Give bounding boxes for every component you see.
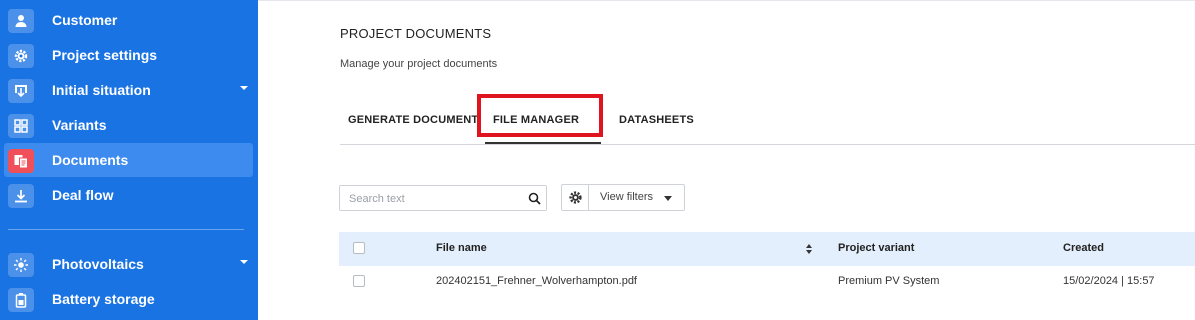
view-filters-dropdown[interactable]: View filters (589, 185, 684, 210)
gear-icon (568, 191, 582, 204)
sidebar-item-documents[interactable]: Documents (0, 143, 258, 177)
download-box-icon (8, 79, 34, 103)
table-row[interactable]: 202402151_Frehner_Wolverhampton.pdf Prem… (339, 266, 1195, 297)
gear-icon (8, 44, 34, 68)
chevron-down-icon[interactable] (240, 86, 248, 90)
top-divider (258, 0, 1195, 1)
sidebar-item-label: Variants (52, 117, 107, 133)
sidebar-item-label: Initial situation (52, 82, 151, 98)
battery-icon (8, 288, 34, 312)
created-cell: 15/02/2024 | 15:57 (1063, 275, 1155, 287)
tab-datasheets[interactable]: DATASHEETS (619, 114, 694, 126)
user-icon (8, 9, 34, 33)
sidebar-item-project-settings[interactable]: Project settings (0, 38, 258, 72)
column-header-file-name[interactable]: File name (436, 242, 487, 254)
sidebar-item-label: Customer (52, 12, 118, 28)
sidebar-item-customer[interactable]: Customer (0, 3, 258, 37)
tab-generate-document[interactable]: GENERATE DOCUMENT (348, 114, 478, 126)
sidebar-item-label: Battery storage (52, 291, 155, 307)
active-highlight (4, 143, 253, 177)
app-window: Customer Project settings Initial situat… (0, 0, 1195, 320)
column-header-created[interactable]: Created (1063, 242, 1104, 254)
search-icon[interactable] (528, 192, 541, 205)
sidebar-item-deal-flow[interactable]: Deal flow (0, 178, 258, 212)
tabs-divider (340, 144, 1195, 145)
sidebar-item-battery-storage[interactable]: Battery storage (0, 282, 258, 316)
sidebar-item-label: Documents (52, 152, 129, 168)
filter-group: View filters (561, 184, 685, 211)
caret-down-icon (664, 196, 672, 201)
main-content: PROJECT DOCUMENTS Manage your project do… (258, 0, 1195, 320)
sidebar-item-label: Photovoltaics (52, 256, 144, 272)
sidebar-item-variants[interactable]: Variants (0, 108, 258, 142)
sun-icon (8, 253, 34, 277)
settings-button[interactable] (562, 185, 589, 210)
column-header-project-variant[interactable]: Project variant (838, 242, 914, 254)
select-all-checkbox[interactable] (353, 242, 365, 254)
sort-icon[interactable] (805, 243, 813, 255)
sidebar-item-label: Project settings (52, 47, 158, 63)
download-icon (8, 184, 34, 208)
file-name-cell[interactable]: 202402151_Frehner_Wolverhampton.pdf (436, 275, 637, 287)
table-header: File name Project variant Created (339, 232, 1195, 266)
documents-icon (8, 149, 34, 173)
search-input[interactable] (349, 191, 519, 206)
search-field (339, 185, 547, 211)
grid-icon (8, 114, 34, 138)
page-subtitle: Manage your project documents (340, 58, 498, 70)
sidebar: Customer Project settings Initial situat… (0, 0, 258, 320)
annotation-highlight-box (477, 94, 603, 137)
sidebar-divider (8, 229, 244, 230)
view-filters-label: View filters (600, 191, 653, 203)
project-variant-cell: Premium PV System (838, 275, 940, 287)
row-checkbox[interactable] (353, 275, 365, 287)
sidebar-item-initial-situation[interactable]: Initial situation (0, 73, 258, 107)
sidebar-item-photovoltaics[interactable]: Photovoltaics (0, 247, 258, 281)
chevron-down-icon[interactable] (240, 260, 248, 264)
tab-bar: GENERATE DOCUMENT FILE MANAGER DATASHEET… (258, 104, 1195, 144)
sidebar-item-label: Deal flow (52, 187, 114, 203)
page-title: PROJECT DOCUMENTS (340, 26, 492, 41)
